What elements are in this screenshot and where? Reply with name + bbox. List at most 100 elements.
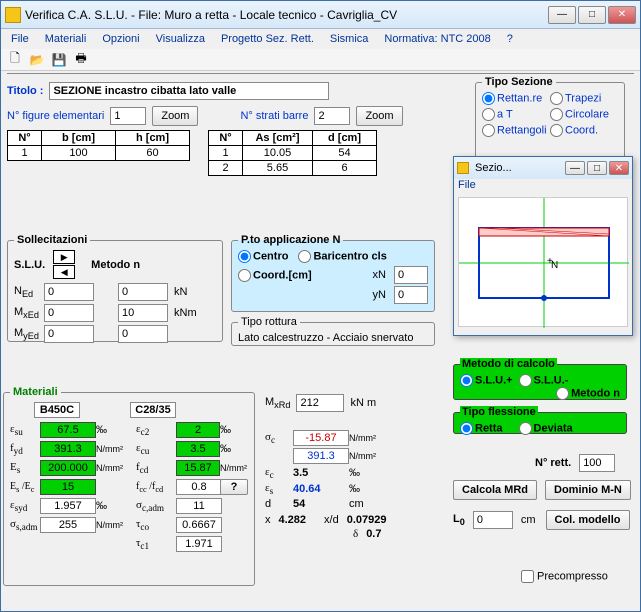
sc-label: σc	[265, 431, 293, 445]
open-icon[interactable]: 📂	[29, 52, 45, 68]
yN-label: yN	[373, 289, 386, 301]
radio-slu-plus[interactable]: S.L.U.+	[460, 374, 513, 387]
esyd-unit: ‰	[96, 500, 136, 512]
menu-opzioni[interactable]: Opzioni	[96, 31, 145, 47]
print-icon[interactable]: 🖶	[73, 52, 89, 68]
MyEd-input2[interactable]	[118, 325, 168, 343]
menu-materiali[interactable]: Materiali	[39, 31, 93, 47]
radio-rettanre[interactable]: Rettan.re	[482, 92, 550, 105]
minimize-button[interactable]: —	[548, 6, 576, 24]
sc-unit2: N/mm²	[349, 451, 397, 461]
radio-deviata[interactable]: Deviata	[519, 422, 573, 435]
esu-label: εsu	[10, 423, 40, 437]
materiali-legend: Materiali	[10, 386, 61, 398]
fccfcd-label: fcc /fcd	[136, 481, 176, 494]
ssadm-unit: N/mm²	[96, 520, 136, 530]
col-modello-button[interactable]: Col. modello	[546, 510, 630, 530]
x-val: 4.282	[279, 514, 307, 526]
menu-progetto[interactable]: Progetto Sez. Rett.	[215, 31, 320, 47]
menu-help[interactable]: ?	[501, 31, 519, 47]
xN-input[interactable]	[394, 266, 428, 284]
radio-centro[interactable]: Centro	[238, 250, 288, 263]
titlebar-text: Verifica C.A. S.L.U. - File: Muro a rett…	[25, 8, 548, 22]
menu-visualizza[interactable]: Visualizza	[150, 31, 211, 47]
MyEd-input1[interactable]	[44, 325, 94, 343]
L0-input[interactable]	[473, 511, 513, 529]
radio-baricentro[interactable]: Baricentro cls	[298, 250, 386, 263]
zoom-figure-button[interactable]: Zoom	[152, 106, 198, 126]
radio-at[interactable]: a T	[482, 108, 550, 121]
radio-circolare[interactable]: Circolare	[550, 108, 618, 121]
close-button[interactable]: ✕	[608, 6, 636, 24]
concrete-name[interactable]: C28/35	[130, 402, 176, 418]
main-window: Verifica C.A. S.L.U. - File: Muro a rett…	[0, 0, 641, 612]
d-val: 54	[293, 498, 349, 510]
radio-rettangoli[interactable]: Rettangoli	[482, 124, 550, 137]
radio-coord-cm[interactable]: Coord.[cm]	[238, 269, 312, 282]
pto-app-legend: P.to applicazione N	[238, 234, 343, 246]
section-close-button[interactable]: ✕	[609, 161, 629, 175]
metodo-label: Metodo n	[91, 259, 140, 271]
sollecitazioni-legend: Sollecitazioni	[14, 234, 90, 246]
menu-normativa[interactable]: Normativa: NTC 2008	[378, 31, 496, 47]
radio-coord[interactable]: Coord.	[550, 124, 618, 137]
ec-val: 3.5	[293, 467, 349, 479]
metodo-calcolo-group: Metodo di calcolo S.L.U.+ S.L.U.- Metodo…	[453, 358, 627, 400]
Es-val: 200.000	[40, 460, 96, 476]
esu-val: 67.5	[40, 422, 96, 438]
n-rett-input[interactable]	[579, 454, 615, 472]
arrow-right-button[interactable]: ▶	[53, 250, 75, 264]
radio-retta[interactable]: Retta	[460, 422, 503, 435]
maximize-button[interactable]: □	[578, 6, 606, 24]
section-minimize-button[interactable]: —	[565, 161, 585, 175]
MxEd-input2[interactable]	[118, 304, 168, 322]
sollecitazioni-group: Sollecitazioni S.L.U. ▶ ◀ Metodo n NEd k…	[7, 234, 223, 342]
EsEc-label: Es /Ec	[10, 481, 40, 494]
materiali-group: Materiali B450C C28/35 εsu 67.5 ‰ εc2 2 …	[3, 386, 255, 586]
menubar: File Materiali Opzioni Visualizza Proget…	[1, 29, 640, 49]
th-n: N°	[8, 131, 42, 146]
app-icon	[5, 7, 21, 23]
es-val: 40.64	[293, 483, 349, 495]
sc-val1: -15.87	[293, 430, 349, 446]
es-unit: ‰	[349, 483, 397, 495]
ssadm-val[interactable]: 255	[40, 517, 96, 533]
ssadm-label: σs,adm	[10, 518, 40, 532]
section-menu-file[interactable]: File	[458, 179, 476, 191]
fyd-val: 391.3	[40, 441, 96, 457]
titolo-label: Titolo :	[7, 85, 43, 97]
fyd-label: fyd	[10, 442, 40, 456]
fccfcd-help-button[interactable]: ?	[220, 479, 248, 495]
th-d: d [cm]	[313, 131, 377, 146]
precompresso-checkbox[interactable]: Precompresso	[521, 570, 608, 583]
new-icon[interactable]: 🗋	[7, 52, 23, 68]
radio-slu-minus[interactable]: S.L.U.-	[519, 374, 569, 387]
section-titlebar: Sezio... — □ ✕	[454, 157, 632, 179]
ec2-val: 2	[176, 422, 220, 438]
MxEd-input1[interactable]	[44, 304, 94, 322]
radio-trapezi[interactable]: Trapezi	[550, 92, 618, 105]
calcola-mrd-button[interactable]: Calcola MRd	[453, 480, 537, 500]
arrow-left-button[interactable]: ◀	[53, 265, 75, 279]
menu-file[interactable]: File	[5, 31, 35, 47]
scadm-val: 11	[176, 498, 222, 514]
titolo-input[interactable]	[49, 82, 329, 100]
slu-label: S.L.U.	[14, 259, 45, 271]
NEd-input1[interactable]	[44, 283, 94, 301]
section-maximize-button[interactable]: □	[587, 161, 607, 175]
save-icon[interactable]: 💾	[51, 52, 67, 68]
dominio-mn-button[interactable]: Dominio M-N	[545, 480, 631, 500]
yN-input[interactable]	[394, 286, 428, 304]
radio-metodo-n[interactable]: Metodo n	[556, 387, 620, 400]
steel-name[interactable]: B450C	[34, 402, 80, 418]
n-figure-input[interactable]	[110, 107, 146, 125]
tipo-sezione-group: Tipo Sezione Rettan.re Trapezi a T Circo…	[475, 76, 625, 162]
xd-label: x/d	[324, 514, 339, 526]
titlebar: Verifica C.A. S.L.U. - File: Muro a rett…	[1, 1, 640, 29]
NEd-input2[interactable]	[118, 283, 168, 301]
n-strati-input[interactable]	[314, 107, 350, 125]
zoom-strati-button[interactable]: Zoom	[356, 106, 402, 126]
tipo-rottura-legend: Tipo rottura	[238, 316, 300, 328]
fccfcd-val[interactable]: 0.8	[176, 479, 222, 495]
menu-sismica[interactable]: Sismica	[324, 31, 375, 47]
